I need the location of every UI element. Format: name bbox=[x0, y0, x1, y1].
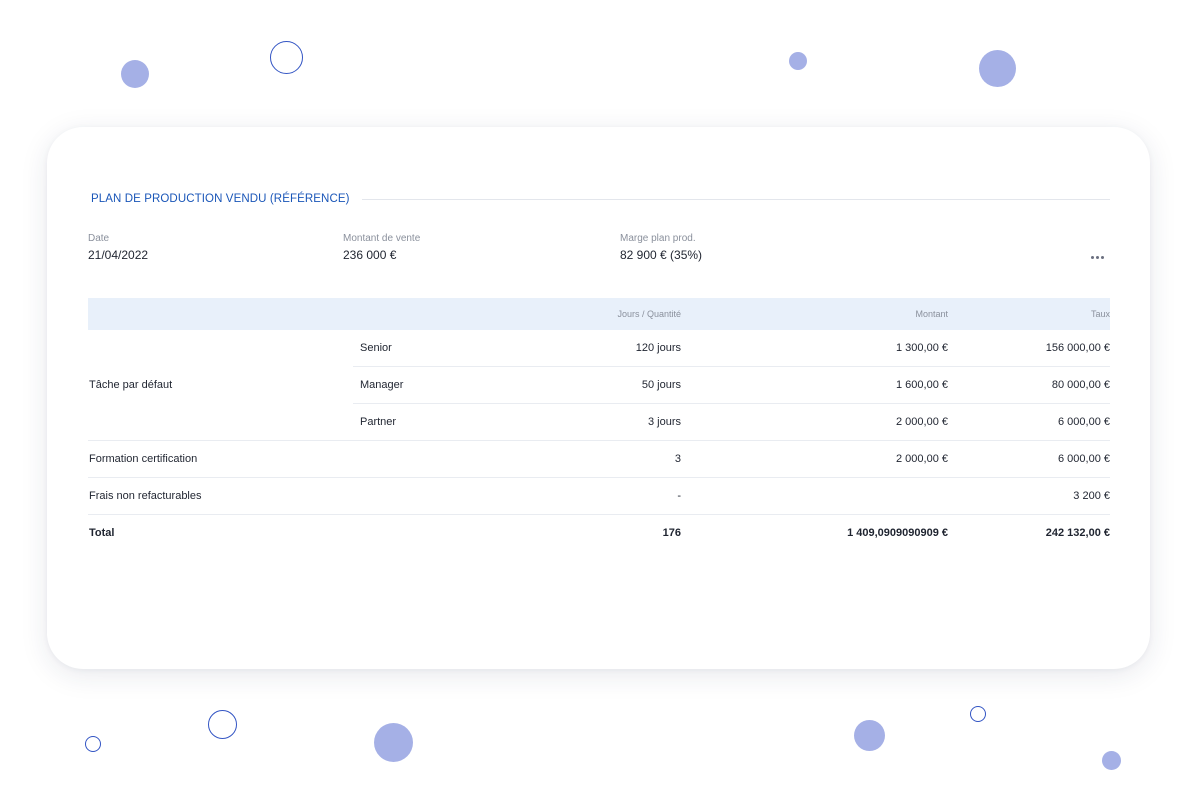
role-cell: Manager bbox=[353, 366, 533, 404]
days-cell: 50 jours bbox=[533, 366, 681, 404]
margin-value: 82 900 € (35%) bbox=[620, 248, 703, 262]
table-row: Formation certification 3 2 000,00 € 6 0… bbox=[88, 440, 1110, 478]
group-label: Tâche par défaut bbox=[88, 330, 353, 441]
amount-cell bbox=[681, 477, 948, 515]
rate-cell: 156 000,00 € bbox=[948, 330, 1110, 367]
section-header: PLAN DE PRODUCTION VENDU (RÉFÉRENCE) bbox=[91, 191, 1110, 207]
decorative-ring bbox=[85, 736, 101, 752]
rate-cell: 3 200 € bbox=[948, 477, 1110, 515]
decorative-dot bbox=[854, 720, 885, 751]
header-role bbox=[353, 298, 533, 330]
total-amount: 1 409,0909090909 € bbox=[847, 527, 948, 539]
rate-cell: 6 000,00 € bbox=[948, 403, 1110, 441]
summary-sale-amount: Montant de vente 236 000 € bbox=[343, 233, 420, 262]
summary-margin: Marge plan prod. 82 900 € (35%) bbox=[620, 233, 702, 262]
decorative-ring bbox=[270, 41, 303, 74]
decorative-ring bbox=[970, 706, 986, 722]
date-value: 21/04/2022 bbox=[88, 248, 149, 262]
rate-cell: 6 000,00 € bbox=[948, 440, 1110, 478]
sale-amount-label: Montant de vente bbox=[343, 233, 421, 244]
section-title: PLAN DE PRODUCTION VENDU (RÉFÉRENCE) bbox=[91, 193, 350, 205]
section-divider bbox=[361, 198, 1110, 200]
decorative-dot bbox=[979, 50, 1016, 87]
header-rate: Taux bbox=[948, 298, 1110, 330]
date-label: Date bbox=[88, 233, 110, 244]
decorative-ring bbox=[208, 710, 237, 739]
total-row: Total 176 1 409,0909090909 € 242 132,00 … bbox=[88, 515, 1110, 552]
header-days-quantity: Jours / Quantité bbox=[533, 298, 681, 330]
total-rate: 242 132,00 € bbox=[1045, 527, 1110, 539]
more-horizontal-icon bbox=[1090, 255, 1094, 259]
days-cell: 3 jours bbox=[533, 403, 681, 441]
production-table: Jours / Quantité Montant Taux Tâche par … bbox=[88, 298, 1110, 551]
header-label bbox=[88, 298, 353, 330]
total-label: Total bbox=[89, 527, 115, 539]
days-cell: - bbox=[533, 477, 681, 515]
decorative-dot bbox=[374, 723, 413, 762]
decorative-dot bbox=[121, 60, 149, 88]
total-days: 176 bbox=[662, 527, 681, 539]
role-cell: Partner bbox=[353, 403, 533, 441]
days-cell: 3 bbox=[533, 440, 681, 478]
more-options-button[interactable] bbox=[1087, 251, 1107, 263]
table-row: Frais non refacturables - 3 200 € bbox=[88, 477, 1110, 515]
amount-cell: 2 000,00 € bbox=[681, 403, 948, 441]
row-label: Frais non refacturables bbox=[88, 477, 533, 515]
table-row: Tâche par défaut Senior 120 jours 1 300,… bbox=[88, 330, 1110, 441]
days-cell: 120 jours bbox=[533, 330, 681, 367]
decorative-dot bbox=[1102, 751, 1121, 770]
role-cell: Senior bbox=[353, 330, 533, 367]
sale-amount-value: 236 000 € bbox=[343, 248, 397, 262]
margin-label: Marge plan prod. bbox=[620, 233, 696, 244]
amount-cell: 1 600,00 € bbox=[681, 366, 948, 404]
amount-cell: 1 300,00 € bbox=[681, 330, 948, 367]
summary-date: Date 21/04/2022 bbox=[88, 233, 148, 262]
table-header-row: Jours / Quantité Montant Taux bbox=[88, 298, 1110, 330]
header-amount: Montant bbox=[681, 298, 948, 330]
row-label: Formation certification bbox=[88, 440, 533, 478]
amount-cell: 2 000,00 € bbox=[681, 440, 948, 478]
decorative-dot bbox=[789, 52, 807, 70]
rate-cell: 80 000,00 € bbox=[948, 366, 1110, 404]
production-plan-card: PLAN DE PRODUCTION VENDU (RÉFÉRENCE) Dat… bbox=[47, 127, 1150, 669]
